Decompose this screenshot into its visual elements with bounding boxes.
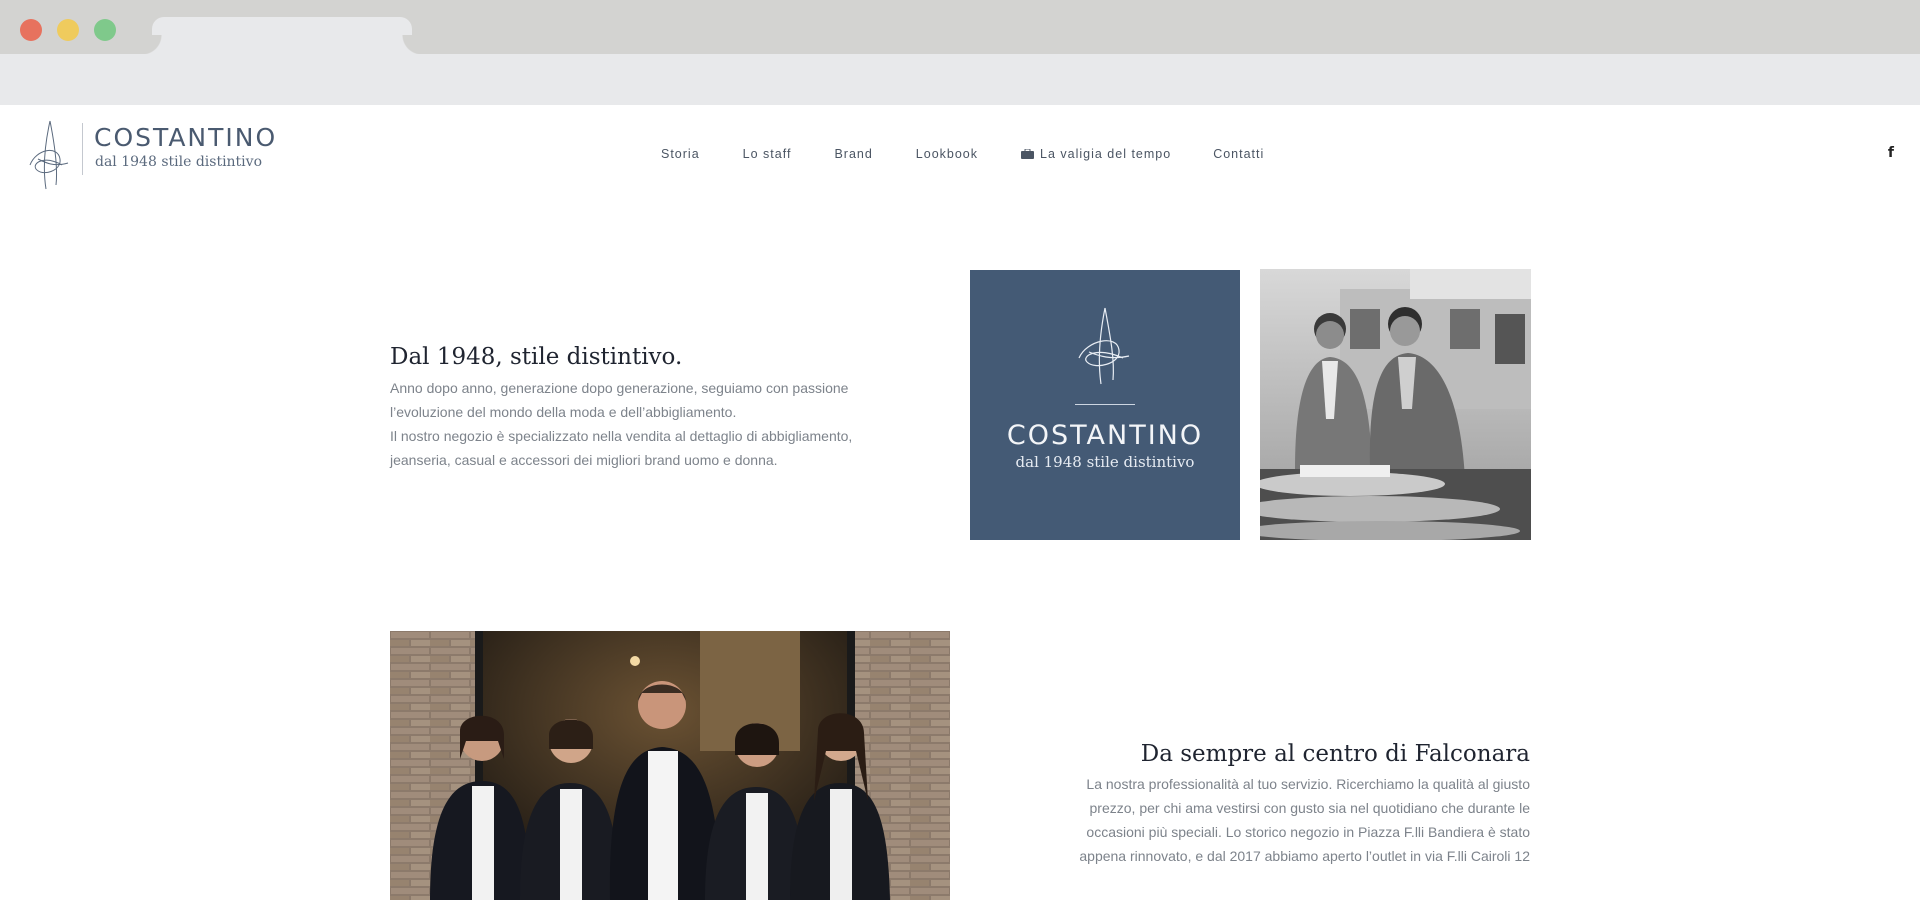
brand-card-tagline: dal 1948 stile distintivo <box>1015 453 1195 471</box>
center-heading: Da sempre al centro di Falconara <box>1140 741 1530 767</box>
center-text: La nostra professionalità al tuo servizi… <box>1030 772 1530 868</box>
nav-item-la-valigia-del-tempo[interactable]: La valigia del tempo <box>1021 147 1171 161</box>
logo-tagline: dal 1948 stile distintivo <box>95 154 263 170</box>
browser-tab[interactable] <box>142 17 422 55</box>
nav-item-label: La valigia del tempo <box>1040 147 1172 161</box>
facebook-icon[interactable]: f <box>1888 145 1894 161</box>
site-logo[interactable]: COSTANTINO dal 1948 stile distintivo <box>28 119 278 191</box>
brand-logo-card: COSTANTINO dal 1948 stile distintivo <box>970 270 1240 540</box>
historic-photo <box>1260 269 1531 540</box>
suitcase-icon <box>1021 149 1035 159</box>
signature-logo-icon <box>29 120 69 190</box>
intro-text: Anno dopo anno, generazione dopo generaz… <box>390 376 890 472</box>
center-line: occasioni più speciali. Lo storico negoz… <box>1086 824 1530 840</box>
nav-item-storia[interactable]: Storia <box>661 147 700 161</box>
center-line: La nostra professionalità al tuo servizi… <box>1086 776 1530 792</box>
intro-heading: Dal 1948, stile distintivo. <box>390 344 683 370</box>
nav-item-brand[interactable]: Brand <box>834 147 872 161</box>
logo-name: COSTANTINO <box>94 123 278 152</box>
brand-divider <box>1075 404 1135 405</box>
intro-line: Anno dopo anno, generazione dopo generaz… <box>390 380 849 396</box>
nav-item-lo-staff[interactable]: Lo staff <box>743 147 792 161</box>
team-photo <box>390 631 950 900</box>
site-header: COSTANTINO dal 1948 stile distintivo Sto… <box>0 105 1920 205</box>
nav-item-lookbook[interactable]: Lookbook <box>916 147 978 161</box>
intro-line: jeanseria, casual e accessori dei miglio… <box>390 452 778 468</box>
center-line: appena rinnovato, e dal 2017 abbiamo ape… <box>1079 848 1530 864</box>
close-window-button[interactable] <box>20 19 42 41</box>
brand-card-name: COSTANTINO <box>1006 420 1204 451</box>
main-nav: Storia Lo staff Brand Lookbook La valigi… <box>661 147 1264 161</box>
browser-toolbar <box>0 54 1920 105</box>
browser-titlebar <box>0 0 1920 55</box>
intro-line: Il nostro negozio è specializzato nella … <box>390 428 853 444</box>
logo-divider <box>82 123 83 175</box>
signature-logo-icon <box>1078 307 1130 385</box>
center-line: prezzo, per chi ama vestirsi con gusto s… <box>1089 800 1530 816</box>
intro-line: l’evoluzione del mondo della moda e dell… <box>390 404 737 420</box>
minimize-window-button[interactable] <box>57 19 79 41</box>
maximize-window-button[interactable] <box>94 19 116 41</box>
nav-item-contatti[interactable]: Contatti <box>1213 147 1264 161</box>
